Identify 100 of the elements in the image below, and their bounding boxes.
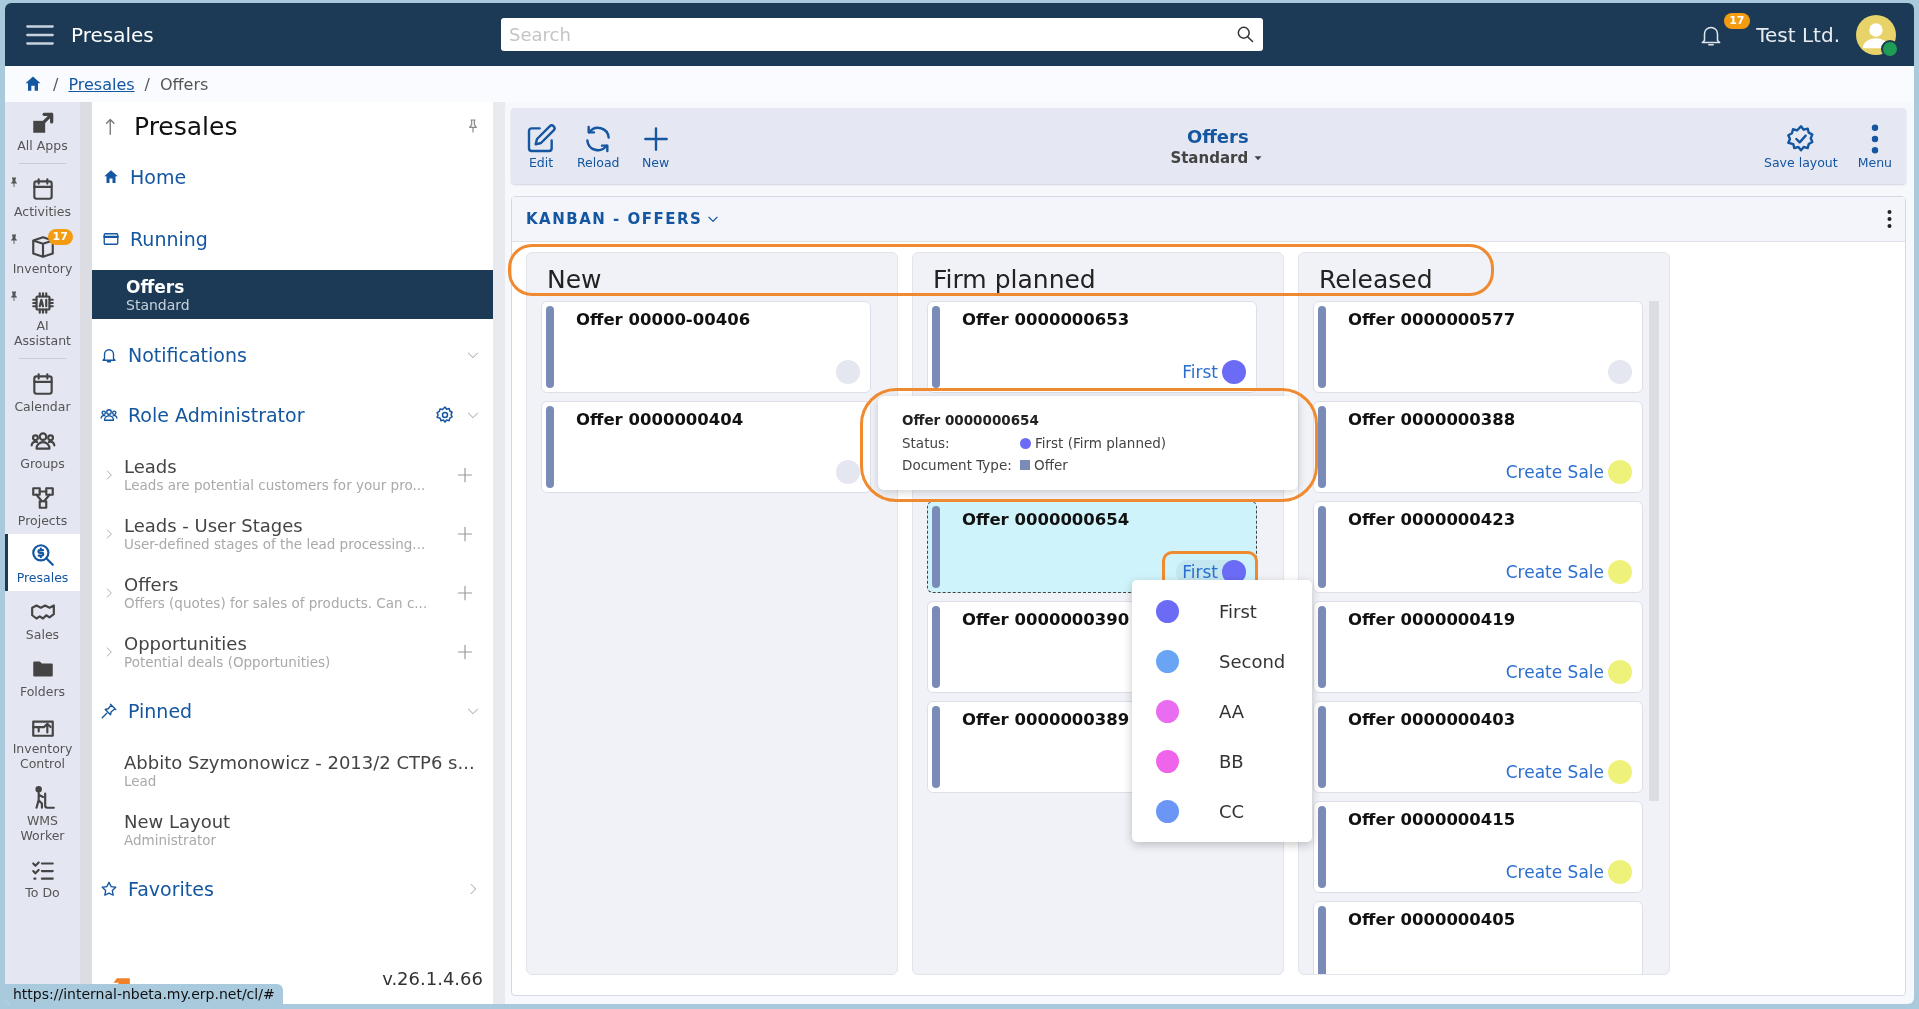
entry-description: Lead	[124, 773, 158, 789]
breadcrumb-current: Offers	[160, 74, 209, 94]
rail-item[interactable]: Folders	[5, 648, 80, 705]
nav-entry[interactable]: Opportunities Potential deals (Opportunities)	[92, 622, 493, 681]
card-title: Offer 0000000415	[1348, 810, 1516, 829]
board-title[interactable]: KANBAN - OFFERS	[520, 209, 727, 229]
section-header[interactable]: Pinned	[128, 700, 465, 722]
rail-item[interactable]: Projects	[5, 477, 80, 534]
entry-title: New Layout	[124, 811, 232, 832]
kanban-card[interactable]: Offer 0000000404	[541, 401, 871, 493]
card-title: Offer 0000000389	[962, 710, 1130, 729]
rail-item[interactable]: All Apps	[5, 102, 80, 159]
pin-icon	[100, 702, 118, 720]
kanban-card[interactable]: Offer 0000000654 First	[927, 501, 1257, 593]
kanban-card[interactable]: Offer 0000000419 Create Sale	[1313, 601, 1643, 693]
rail-item[interactable]: AI Assistant	[5, 282, 80, 354]
kanban-card[interactable]: Offer 0000000653 First	[927, 301, 1257, 393]
status-chip[interactable]: Create Sale	[1499, 660, 1632, 684]
rail-item[interactable]: 17 Inventory	[5, 225, 80, 282]
search-icon[interactable]	[1235, 24, 1255, 44]
nav-item[interactable]: Offers Standard	[92, 270, 493, 319]
rail-item[interactable]: Sales	[5, 591, 80, 648]
view-selector[interactable]: Standard	[1170, 148, 1266, 167]
home-icon	[102, 168, 120, 186]
people-icon	[100, 406, 118, 424]
section-header[interactable]: Role Administrator	[128, 404, 435, 426]
tooltip-value: First (Firm planned)	[1035, 434, 1167, 453]
entry-title: Leads - User Stages	[124, 515, 304, 536]
status-dot[interactable]	[1608, 360, 1632, 384]
kanban-card[interactable]: Offer 00000-00406	[541, 301, 871, 393]
nav-entry[interactable]: Abbito Szymonowicz - 2013/2 CTP6 s... Lead	[92, 741, 493, 800]
toolbar-button[interactable]: Edit	[519, 122, 563, 170]
status-chip[interactable]: Create Sale	[1499, 860, 1632, 884]
card-title: Offer 0000000388	[1348, 410, 1516, 429]
card-title: Offer 0000000390	[962, 610, 1130, 629]
kanban-card[interactable]: Offer 0000000577	[1313, 301, 1643, 393]
entry-description: Leads are potential customers for your pro...	[124, 477, 427, 493]
company-name[interactable]: Test Ltd.	[1756, 22, 1840, 47]
version-text: v.26.1.4.66	[382, 967, 483, 989]
nav-entry[interactable]: Offers Offers (quotes) for sales of products. Can c...	[92, 563, 493, 622]
status-dot[interactable]	[836, 460, 860, 484]
rail-item[interactable]: Inventory Control	[5, 705, 80, 777]
settings-icon[interactable]	[435, 405, 455, 425]
home-icon[interactable]	[23, 74, 43, 94]
section-header[interactable]: Favorites	[128, 878, 465, 900]
breadcrumb-separator: /	[53, 74, 59, 94]
count-badge: 17	[47, 229, 73, 245]
status-chip[interactable]: First	[1176, 360, 1246, 384]
entry-description: Administrator	[124, 832, 218, 848]
entry-description: Offers (quotes) for sales of products. Can c...	[124, 595, 429, 611]
breadcrumb-separator: /	[144, 74, 150, 94]
breadcrumb-link[interactable]: Presales	[68, 74, 135, 94]
nav-entry[interactable]: Leads Leads are potential customers for your pro...	[92, 445, 493, 504]
kanban-card[interactable]: Offer 0000000388 Create Sale	[1313, 401, 1643, 493]
notification-badge: 17	[1724, 12, 1750, 29]
rail-item[interactable]: To Do	[5, 849, 80, 906]
rail-item[interactable]: Activities	[5, 168, 80, 225]
kanban-card[interactable]: Offer 0000000403 Create Sale	[1313, 701, 1643, 793]
entry-title: Abbito Szymonowicz - 2013/2 CTP6 s...	[124, 752, 475, 773]
kanban-card[interactable]: Offer 0000000423 Create Sale	[1313, 501, 1643, 593]
toolbar-button[interactable]: Reload	[571, 122, 626, 170]
toolbar-button[interactable]: New	[633, 122, 678, 170]
nav-item[interactable]: Home	[92, 146, 493, 208]
card-accent-bar	[1318, 906, 1326, 974]
nodes-icon	[29, 485, 56, 511]
status-chip[interactable]: Create Sale	[1499, 760, 1632, 784]
card-title: Offer 0000000404	[576, 410, 744, 429]
status-chip[interactable]: Create Sale	[1499, 560, 1632, 584]
rail-item[interactable]: Groups	[5, 420, 80, 477]
rail-item[interactable]: Presales	[5, 534, 80, 591]
more-icon	[1869, 122, 1880, 155]
nav-entry[interactable]: Leads - User Stages User-defined stages of the lead processing...	[92, 504, 493, 563]
search-field[interactable]: Search	[501, 18, 1263, 51]
column-title: Released	[1318, 264, 1434, 296]
toolbar-button[interactable]: Save layout	[1758, 122, 1844, 170]
nav-entry[interactable]: New Layout Administrator	[92, 800, 493, 859]
rail-item[interactable]: WMS Worker	[5, 777, 80, 849]
star-icon	[100, 880, 118, 898]
card-title: Offer 0000000423	[1348, 510, 1516, 529]
more-icon[interactable]	[1886, 209, 1893, 229]
nav-item[interactable]: Running	[92, 208, 493, 270]
entry-title: Opportunities	[124, 633, 248, 654]
toolbar-button[interactable]: Menu	[1851, 122, 1898, 170]
panel-title: Presales	[134, 111, 239, 141]
column-title: New	[546, 264, 603, 296]
view-title: Offers	[1186, 125, 1249, 147]
section-header[interactable]: Notifications	[128, 344, 465, 366]
status-chip[interactable]: Create Sale	[1499, 460, 1632, 484]
edit-icon	[525, 122, 557, 155]
chip-icon	[29, 290, 56, 316]
status-dot[interactable]	[836, 360, 860, 384]
scrollbar[interactable]	[493, 102, 505, 1004]
kanban-card[interactable]: Offer 0000000415 Create Sale	[1313, 801, 1643, 893]
status-url-tooltip: https://internal-nbeta.my.erp.net/cl/#	[5, 984, 283, 1004]
kanban-card[interactable]: Offer 0000000405	[1313, 901, 1643, 974]
search-dollar-icon	[29, 542, 56, 568]
entry-description: User-defined stages of the lead processing...	[124, 536, 427, 552]
entry-title: Leads	[124, 456, 178, 477]
window-icon	[102, 230, 120, 248]
rail-item[interactable]: Calendar	[5, 363, 80, 420]
